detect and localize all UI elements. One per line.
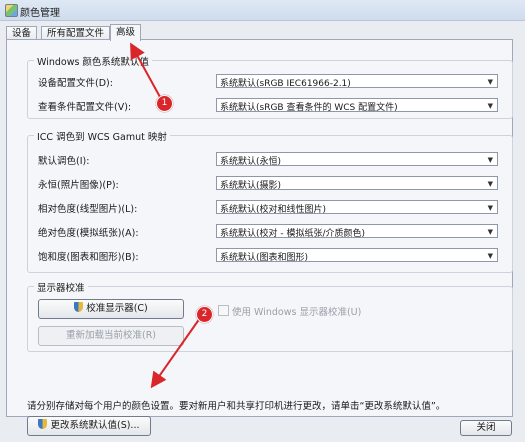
saturation-select[interactable]: 系统默认(图表和图形) ▼ [216,248,498,263]
default-rendering-select[interactable]: 系统默认(永恒) ▼ [216,152,498,167]
calibrate-display-label: 校准显示器(C) [86,303,148,314]
change-system-defaults-label: 更改系统默认值(S)... [50,420,140,431]
window-title: 颜色管理 [20,8,60,19]
color-management-icon [5,4,18,17]
viewing-conditions-label: 查看条件配置文件(V): [38,102,132,113]
uac-shield-icon [74,302,84,312]
uac-shield-icon [38,419,48,429]
close-button-label: 关闭 [476,422,496,433]
device-profile-select[interactable]: 系统默认(sRGB IEC61966-2.1) ▼ [216,74,498,89]
chevron-down-icon: ▼ [487,228,493,236]
annotation-badge-1: 1 [156,95,173,112]
display-calibration-group: 显示器校准 校准显示器(C) 重新加载当前校准(R) 使用 Windows 显示… [27,280,513,352]
reload-calibration-label: 重新加载当前校准(R) [65,330,156,341]
use-windows-calibration-label: 使用 Windows 显示器校准(U) [232,307,362,318]
windows-defaults-group: Windows 颜色系统默认值 设备配置文件(D): 系统默认(sRGB IEC… [27,54,513,119]
display-calibration-legend: 显示器校准 [34,280,88,294]
advanced-tab-panel: Windows 颜色系统默认值 设备配置文件(D): 系统默认(sRGB IEC… [6,39,513,436]
chevron-down-icon: ▼ [487,78,493,86]
annotation-badge-2: 2 [196,306,213,323]
chevron-down-icon: ▼ [487,180,493,188]
absolute-colorimetric-value: 系统默认(校对 - 模拟纸张/介质颜色) [220,229,366,239]
tab-all-profiles[interactable]: 所有配置文件 [41,26,111,40]
perceptual-value: 系统默认(摄影) [220,181,282,191]
absolute-colorimetric-label: 绝对色度(模拟纸张)(A): [38,228,139,239]
default-rendering-label: 默认调色(I): [38,156,90,167]
perceptual-select[interactable]: 系统默认(摄影) ▼ [216,176,498,191]
change-system-defaults-button[interactable]: 更改系统默认值(S)... [27,416,151,436]
windows-defaults-legend: Windows 颜色系统默认值 [34,54,152,68]
saturation-label: 饱和度(图表和图形)(B): [38,252,139,263]
device-profile-value: 系统默认(sRGB IEC61966-2.1) [220,79,351,89]
gamut-mapping-legend: ICC 调色到 WCS Gamut 映射 [34,129,170,143]
tab-devices[interactable]: 设备 [6,26,38,40]
calibrate-display-button[interactable]: 校准显示器(C) [38,299,184,319]
info-note: 请分别存储对每个用户的颜色设置。要对新用户和共享打印机进行更改，请单击“更改系统… [27,401,446,412]
close-button[interactable]: 关闭 [460,420,512,436]
chevron-down-icon: ▼ [487,102,493,110]
chevron-down-icon: ▼ [487,156,493,164]
gamut-mapping-group: ICC 调色到 WCS Gamut 映射 默认调色(I): 系统默认(永恒) ▼… [27,129,513,273]
saturation-value: 系统默认(图表和图形) [220,253,309,263]
default-rendering-value: 系统默认(永恒) [220,157,282,167]
device-profile-label: 设备配置文件(D): [38,78,113,89]
relative-colorimetric-value: 系统默认(校对和线性图片) [220,205,327,215]
relative-colorimetric-label: 相对色度(线型图片)(L): [38,204,138,215]
absolute-colorimetric-select[interactable]: 系统默认(校对 - 模拟纸张/介质颜色) ▼ [216,224,498,239]
relative-colorimetric-select[interactable]: 系统默认(校对和线性图片) ▼ [216,200,498,215]
title-bar: 颜色管理 [0,0,525,21]
perceptual-label: 永恒(照片图像)(P): [38,180,119,191]
tab-advanced[interactable]: 高级 [110,24,142,41]
reload-calibration-button[interactable]: 重新加载当前校准(R) [38,326,184,346]
use-windows-calibration-checkbox[interactable] [218,305,229,316]
chevron-down-icon: ▼ [487,204,493,212]
viewing-conditions-value: 系统默认(sRGB 查看条件的 WCS 配置文件) [220,103,398,113]
viewing-conditions-select[interactable]: 系统默认(sRGB 查看条件的 WCS 配置文件) ▼ [216,98,498,113]
chevron-down-icon: ▼ [487,252,493,260]
